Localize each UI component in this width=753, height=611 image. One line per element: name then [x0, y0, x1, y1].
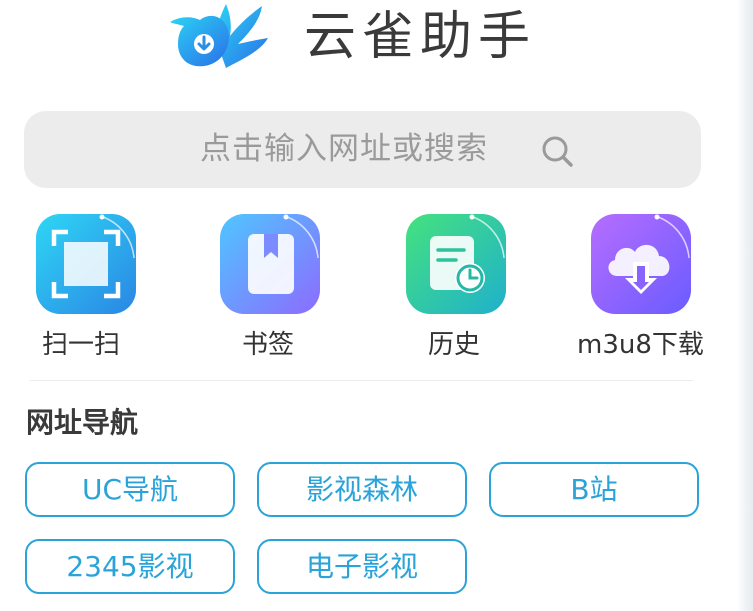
search-icon[interactable] [540, 134, 574, 168]
bird-download-icon [170, 4, 268, 68]
shortcut-label: 扫一扫 [42, 330, 121, 360]
scrollbar-edge [737, 0, 753, 611]
cloud-download-icon [591, 214, 691, 314]
bookmark-icon [220, 214, 320, 314]
app-header: 云雀助手 [0, 0, 737, 86]
search-input[interactable]: 点击输入网址或搜索 [24, 111, 701, 188]
shortcut-m3u8-download[interactable]: m3u8下载 [577, 208, 735, 368]
shortcut-label: m3u8下载 [577, 330, 704, 360]
history-icon [406, 214, 506, 314]
scan-icon [36, 214, 136, 314]
nav-section-title: 网址导航 [26, 406, 139, 439]
nav-link-bilibili[interactable]: B站 [489, 462, 699, 517]
shortcut-label: 历史 [428, 330, 481, 360]
shortcut-history[interactable]: 历史 [400, 208, 550, 368]
divider [30, 380, 693, 381]
shortcut-scan[interactable]: 扫一扫 [30, 208, 180, 368]
nav-link-dianzi-yingshi[interactable]: 电子影视 [257, 539, 467, 594]
shortcut-bookmark[interactable]: 书签 [214, 208, 364, 368]
shortcut-label: 书签 [242, 330, 295, 360]
nav-link-yingshi-senlin[interactable]: 影视森林 [257, 462, 467, 517]
app-title: 云雀助手 [304, 7, 537, 67]
nav-link-2345[interactable]: 2345影视 [25, 539, 235, 594]
nav-link-uc[interactable]: UC导航 [25, 462, 235, 517]
search-placeholder: 点击输入网址或搜索 [200, 131, 488, 167]
